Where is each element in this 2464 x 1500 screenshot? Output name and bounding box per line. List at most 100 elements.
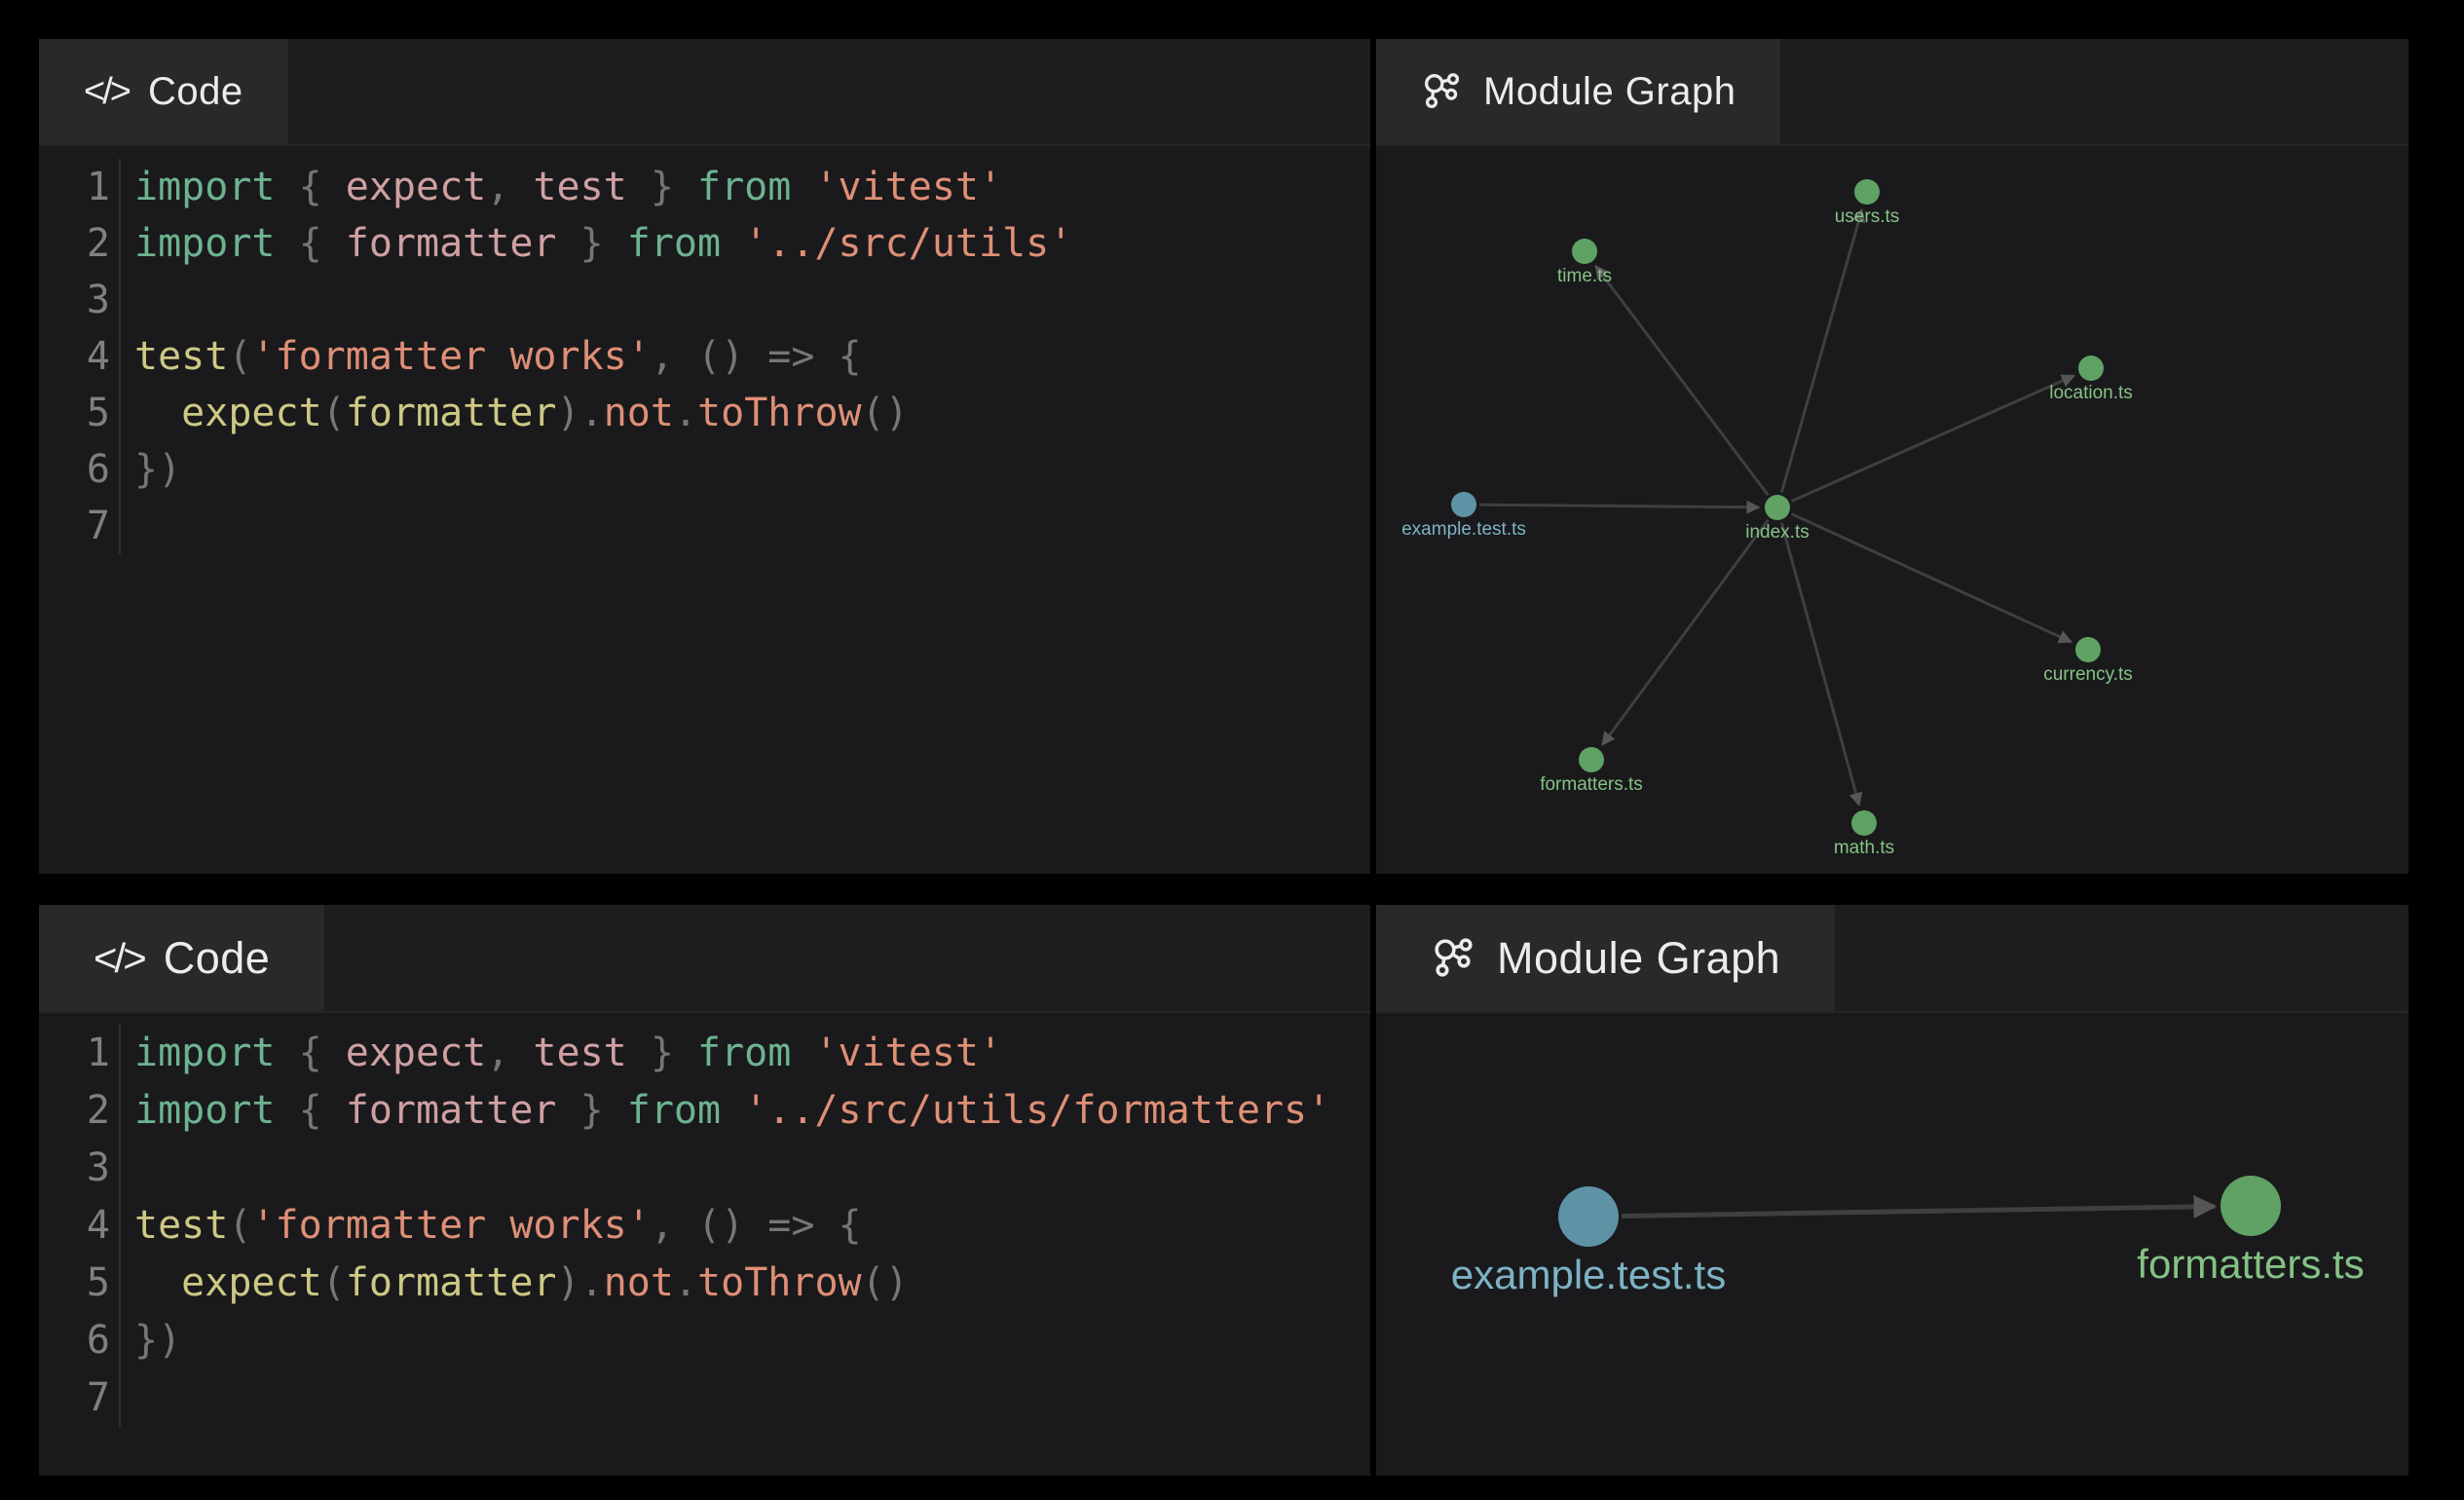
graph-node-index.ts[interactable] (1765, 495, 1790, 520)
line-number: 6 (39, 441, 121, 498)
tab-module-graph[interactable]: Module Graph (1376, 905, 1835, 1011)
module-graph-icon (1421, 70, 1464, 113)
line-number: 3 (39, 1140, 121, 1197)
module-graph-panel-top: Module Graph users.tstime.tslocation.tse… (1376, 39, 2408, 874)
code-token: ). (557, 1260, 604, 1305)
code-token (791, 165, 814, 209)
graph-node-label: location.ts (2049, 383, 2133, 403)
code-token: not (604, 391, 674, 435)
graph-node-formatters.ts[interactable] (1579, 747, 1604, 772)
graph-edge (1595, 266, 1768, 495)
code-lines: 1import { expect, test } from 'vitest'2i… (39, 146, 1370, 554)
code-line: 5 expect(formatter).not.toThrow() (39, 1255, 1370, 1312)
code-line-text (121, 1140, 134, 1197)
code-icon: </> (84, 71, 129, 113)
code-icon: </> (93, 935, 144, 982)
line-number: 1 (39, 159, 121, 215)
graph-node-label: users.ts (1835, 206, 1900, 227)
code-token: from (697, 1031, 791, 1075)
graph-node-label: index.ts (1745, 522, 1809, 543)
graph-node-currency.ts[interactable] (2075, 637, 2101, 662)
code-token: not (604, 1260, 674, 1305)
code-token: test (134, 334, 228, 379)
line-number: 4 (39, 1197, 121, 1255)
line-number: 6 (39, 1312, 121, 1369)
code-token: formatter (346, 391, 557, 435)
module-graph-canvas[interactable]: example.test.ts formatters.ts (1376, 1013, 2408, 1476)
code-token: , () => { (651, 1203, 862, 1248)
code-token: ( (322, 1260, 346, 1305)
code-token: formatter (346, 1088, 557, 1133)
graph-edge (1792, 514, 2072, 642)
module-graph-canvas[interactable]: users.tstime.tslocation.tsexample.test.t… (1376, 146, 2408, 874)
code-token: , (486, 1031, 533, 1075)
graph-node-example.test.ts[interactable] (1558, 1186, 1619, 1247)
line-number: 5 (39, 385, 121, 441)
code-token: ). (557, 391, 604, 435)
code-token: 'vitest' (814, 1031, 1002, 1075)
code-editor[interactable]: 1import { expect, test } from 'vitest'2i… (39, 146, 1370, 874)
line-number: 5 (39, 1255, 121, 1312)
graph-node-label: currency.ts (2043, 664, 2133, 685)
graph-edge (1602, 520, 1768, 745)
code-line-text: test('formatter works', () => { (121, 328, 862, 385)
code-lines: 1import { expect, test } from 'vitest'2i… (39, 1013, 1370, 1427)
line-number: 2 (39, 1082, 121, 1140)
graph-node-label: formatters.ts (2137, 1241, 2364, 1287)
graph-node-formatters.ts[interactable] (2221, 1176, 2281, 1236)
code-token: import (134, 1088, 276, 1133)
code-line-text: import { formatter } from '../src/utils' (121, 215, 1072, 272)
code-line-text: }) (121, 1312, 181, 1369)
code-line: 1import { expect, test } from 'vitest' (39, 1025, 1370, 1082)
code-token: import (134, 1031, 276, 1075)
code-token: expect (181, 1260, 322, 1305)
code-token: . (674, 391, 697, 435)
code-token: ( (228, 1203, 251, 1248)
code-token: expect (346, 165, 487, 209)
graph-node-label: formatters.ts (1540, 774, 1643, 795)
code-line: 3 (39, 272, 1370, 328)
code-token: test (134, 1203, 228, 1248)
code-panel-bottom: </> Code 1import { expect, test } from '… (39, 905, 1370, 1476)
code-token: 'formatter works' (251, 1203, 650, 1248)
code-editor[interactable]: 1import { expect, test } from 'vitest'2i… (39, 1013, 1370, 1476)
line-number: 7 (39, 498, 121, 554)
line-number: 2 (39, 215, 121, 272)
code-line: 7 (39, 498, 1370, 554)
code-token (134, 391, 181, 435)
code-token: expect (181, 391, 322, 435)
graph-node-time.ts[interactable] (1572, 239, 1597, 264)
code-token: } (627, 165, 697, 209)
code-token: . (674, 1260, 697, 1305)
code-token: } (557, 221, 627, 266)
code-line: 4test('formatter works', () => { (39, 328, 1370, 385)
graph-node-example.test.ts[interactable] (1451, 492, 1476, 517)
tab-module-graph-label: Module Graph (1483, 70, 1736, 114)
code-token: , (486, 165, 533, 209)
graph-node-label: example.test.ts (1451, 1252, 1726, 1297)
graph-edge (1792, 376, 2074, 502)
tab-code[interactable]: </> Code (39, 905, 324, 1011)
code-token: toThrow (697, 391, 862, 435)
graph-node-location.ts[interactable] (2078, 356, 2104, 381)
tab-code-label: Code (148, 70, 243, 114)
code-token: import (134, 221, 276, 266)
code-panel-header: </> Code (39, 39, 1370, 146)
tab-code[interactable]: </> Code (39, 39, 288, 144)
code-line-text: expect(formatter).not.toThrow() (121, 1255, 909, 1312)
module-graph-header: Module Graph (1376, 905, 2408, 1013)
code-line: 2import { formatter } from '../src/utils… (39, 1082, 1370, 1140)
code-token: , () => { (651, 334, 862, 379)
code-token: toThrow (697, 1260, 862, 1305)
code-line: 3 (39, 1140, 1370, 1197)
tab-module-graph[interactable]: Module Graph (1376, 39, 1780, 144)
code-panel-top: </> Code 1import { expect, test } from '… (39, 39, 1370, 874)
code-line: 5 expect(formatter).not.toThrow() (39, 385, 1370, 441)
code-token: test (533, 1031, 626, 1075)
graph-node-label: math.ts (1834, 838, 1894, 858)
graph-node-users.ts[interactable] (1854, 179, 1880, 205)
code-line-text: import { expect, test } from 'vitest' (121, 159, 1002, 215)
code-panel-header: </> Code (39, 905, 1370, 1013)
graph-node-math.ts[interactable] (1851, 810, 1877, 836)
line-number: 7 (39, 1369, 121, 1427)
